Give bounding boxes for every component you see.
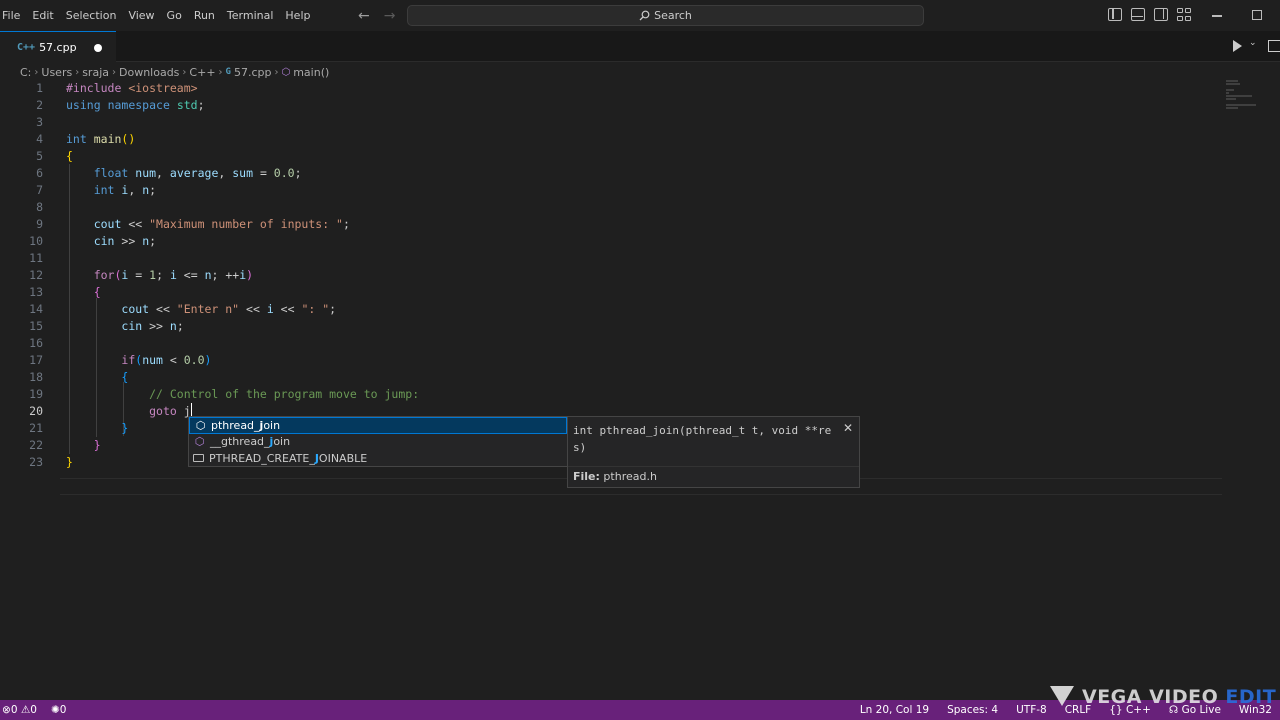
suggestion-label: __gthread_join <box>210 435 291 449</box>
menu-view[interactable]: View <box>122 0 160 31</box>
toggle-sidebar-icon[interactable] <box>1108 8 1122 21</box>
code-line: 7 int i, n; <box>36 183 157 197</box>
cpp-file-icon: G <box>225 67 231 77</box>
menu-bar: File Edit Selection View Go Run Terminal… <box>0 0 316 31</box>
forward-arrow-icon[interactable]: → <box>384 8 396 24</box>
back-arrow-icon[interactable]: ← <box>358 8 370 24</box>
cpp-file-icon: C++ <box>17 41 36 53</box>
breadcrumb-drive[interactable]: C: <box>20 66 31 79</box>
tab-bar: C++ 57.cpp <box>0 31 1280 62</box>
signature-text: int pthread_join(pthread_t t, void **res… <box>573 424 832 454</box>
suggest-widget: ⬡ pthread_join ⬡ __gthread_join PTHREAD_… <box>188 416 568 467</box>
chevron-right-icon: › <box>218 66 223 78</box>
chevron-right-icon: › <box>274 66 279 78</box>
text-cursor <box>190 403 192 417</box>
code-line: 18 { <box>29 370 129 384</box>
problems-status[interactable]: ⊗0 ⚠0 <box>2 704 37 716</box>
code-line: 15 cin >> n; <box>29 319 184 333</box>
menu-file[interactable]: File <box>0 0 26 31</box>
code-line: 17 if(num < 0.0) <box>29 353 212 367</box>
breadcrumb-downloads[interactable]: Downloads <box>119 66 179 79</box>
unsaved-dot-icon[interactable] <box>94 44 102 52</box>
menu-run[interactable]: Run <box>188 0 221 31</box>
suggestion-label: PTHREAD_CREATE_JOINABLE <box>209 451 368 465</box>
code-line: 13 { <box>29 285 101 299</box>
code-line: 10 cin >> n; <box>29 234 157 248</box>
chevron-right-icon: › <box>112 66 116 78</box>
code-line: 9 cout << "Maximum number of inputs: "; <box>36 217 350 231</box>
customize-layout-icon[interactable] <box>1177 8 1191 21</box>
indentation[interactable]: Spaces: 4 <box>947 704 998 716</box>
navigation-arrows: ← → <box>358 0 395 31</box>
suggest-details: int pthread_join(pthread_t t, void **res… <box>567 416 860 488</box>
cursor-position[interactable]: Ln 20, Col 19 <box>860 704 929 716</box>
suggestion-label: pthread_join <box>211 418 281 432</box>
file-info: File: pthread.h <box>573 470 657 483</box>
menu-help[interactable]: Help <box>279 0 316 31</box>
tab-57-cpp[interactable]: C++ 57.cpp <box>0 31 116 62</box>
code-line: 5{ <box>36 149 73 163</box>
code-line: 8 <box>36 200 43 214</box>
code-line: 19 // Control of the program move to jum… <box>29 387 420 401</box>
menu-terminal[interactable]: Terminal <box>221 0 280 31</box>
chevron-right-icon: › <box>182 66 187 78</box>
search-label: Search <box>654 9 692 22</box>
v-logo-icon <box>1050 686 1074 706</box>
ports-status[interactable]: ✺0 <box>51 704 67 716</box>
menu-go[interactable]: Go <box>161 0 188 31</box>
breadcrumb-sraja[interactable]: sraja <box>82 66 109 79</box>
code-line: 2 using namespace std; <box>36 98 205 112</box>
command-center-search[interactable]: Search <box>407 5 924 26</box>
chevron-down-icon[interactable]: ⌄ <box>1249 38 1257 48</box>
breadcrumb-cpp-folder[interactable]: C++ <box>189 66 215 79</box>
error-icon: ⊗ <box>2 704 11 716</box>
breadcrumb-symbol[interactable]: main() <box>293 66 329 79</box>
code-line: 3 <box>36 115 43 129</box>
code-line: 1 #include <iostream> <box>36 81 198 95</box>
suggestion-item[interactable]: ⬡ __gthread_join <box>189 434 567 451</box>
toggle-panel-icon[interactable] <box>1131 8 1145 21</box>
menu-edit[interactable]: Edit <box>26 0 59 31</box>
method-cube-icon: ⬡ <box>195 418 206 432</box>
minimize-icon[interactable] <box>1212 15 1222 17</box>
constant-icon <box>193 454 204 463</box>
breadcrumb: C: › Users › sraja › Downloads › C++ › G… <box>20 62 329 82</box>
title-bar: File Edit Selection View Go Run Terminal… <box>0 0 1280 31</box>
chevron-right-icon: › <box>75 66 80 78</box>
encoding[interactable]: UTF-8 <box>1016 704 1047 716</box>
code-line: 4 int main() <box>36 132 136 146</box>
code-editor[interactable]: 1 #include <iostream> 2 using namespace st… <box>0 80 1280 700</box>
code-line: 6 float num, average, sum = 0.0; <box>36 166 302 180</box>
minimap[interactable] <box>1226 80 1266 120</box>
suggestion-item[interactable]: ⬡ pthread_join <box>189 417 567 434</box>
run-icon[interactable] <box>1233 40 1242 52</box>
menu-selection[interactable]: Selection <box>60 0 123 31</box>
code-line: 12 for(i = 1; i <= n; ++i) <box>29 268 254 282</box>
warning-icon: ⚠ <box>20 704 31 716</box>
breadcrumb-users[interactable]: Users <box>41 66 72 79</box>
breadcrumb-file[interactable]: 57.cpp <box>234 66 272 79</box>
function-cube-icon: ⬡ <box>281 66 291 78</box>
restore-icon[interactable] <box>1252 10 1262 20</box>
code-line: 11 <box>29 251 43 265</box>
split-editor-icon[interactable] <box>1268 40 1280 52</box>
tab-label: 57.cpp <box>39 40 77 54</box>
broadcast-icon: ✺ <box>50 704 60 716</box>
chevron-right-icon: › <box>34 66 39 78</box>
watermark-logo: VEGA VIDEO EDIT <box>1050 686 1276 708</box>
search-icon <box>639 10 650 21</box>
divider <box>568 466 859 467</box>
suggestion-item[interactable]: PTHREAD_CREATE_JOINABLE <box>189 450 567 467</box>
toggle-secondary-sidebar-icon[interactable] <box>1154 8 1168 21</box>
close-icon[interactable]: ✕ <box>843 421 853 435</box>
layout-controls <box>1108 8 1191 21</box>
code-line: 16 <box>29 336 43 350</box>
code-line: 14 cout << "Enter n" << i << ": "; <box>29 302 337 316</box>
method-cube-icon: ⬡ <box>194 435 205 449</box>
